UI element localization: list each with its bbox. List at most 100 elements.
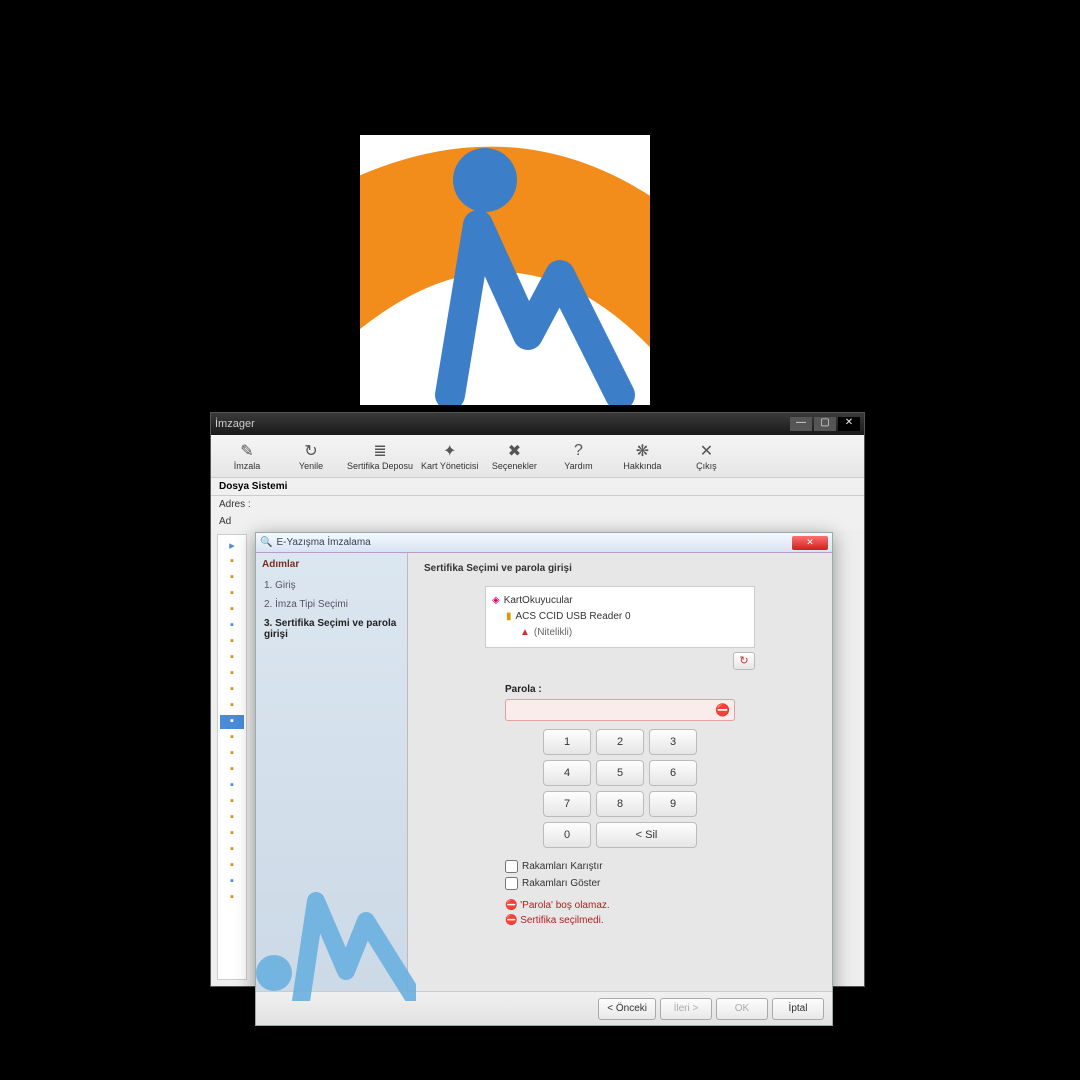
store-icon: ≣ [370,441,390,461]
tree-reader[interactable]: ACS CCID USB Reader 0 [516,611,631,622]
tool-secenekler[interactable]: ✖Seçenekler [486,441,542,471]
folder-icon[interactable]: ▪ [220,603,244,617]
folder-icon[interactable]: ▪ [220,587,244,601]
folder-icon[interactable]: ▪ [220,875,244,889]
tree-root: KartOkuyucular [504,595,573,606]
close-button[interactable]: ✕ [838,417,860,431]
next-button[interactable]: İleri > [660,998,712,1020]
error-parola-empty: 'Parola' boş olamaz. [505,898,735,913]
key-0[interactable]: 0 [543,822,591,848]
dialog-titlebar: 🔍 E-Yazışma İmzalama ✕ [256,533,832,553]
reader-tree[interactable]: ◈ KartOkuyucular ▮ ACS CCID USB Reader 0 ▲… [485,586,755,648]
tool-kart-yoneticisi[interactable]: ✦Kart Yöneticisi [421,441,478,471]
step-2[interactable]: 2. İmza Tipi Seçimi [262,595,401,614]
logo-card [360,135,650,405]
dialog-title: E-Yazışma İmzalama [276,537,370,548]
settings-icon: ✖ [504,441,524,461]
cancel-button[interactable]: İptal [772,998,824,1020]
key-9[interactable]: 9 [649,791,697,817]
folder-icon[interactable]: ▪ [220,731,244,745]
app-logo-icon [360,135,650,405]
folder-icon[interactable]: ▪ [220,571,244,585]
sign-icon: ✎ [237,441,257,461]
steps-panel: Adımlar 1. Giriş 2. İmza Tipi Seçimi 3. … [256,553,408,991]
tool-imzala[interactable]: ✎İmzala [219,441,275,471]
column-header-row: Ad [211,513,864,530]
cert-icon: ▲ [520,627,530,638]
folder-icon[interactable]: ▪ [220,747,244,761]
minimize-button[interactable]: — [790,417,812,431]
check-mix-input[interactable] [505,860,518,873]
folder-icon[interactable]: ▪ [220,859,244,873]
folder-icon[interactable]: ▪ [220,795,244,809]
key-8[interactable]: 8 [596,791,644,817]
step-3[interactable]: 3. Sertifika Seçimi ve parola girişi [262,614,401,644]
key-2[interactable]: 2 [596,729,644,755]
key-4[interactable]: 4 [543,760,591,786]
check-show[interactable]: Rakamları Göster [505,875,735,892]
maximize-button[interactable]: ▢ [814,417,836,431]
tool-sertifika-deposu[interactable]: ≣Sertifika Deposu [347,441,413,471]
tool-yardim[interactable]: ?Yardım [550,441,606,471]
card-icon: ✦ [440,441,460,461]
folder-icon[interactable]: ▪ [220,635,244,649]
tool-cikis[interactable]: ✕Çıkış [678,441,734,471]
prev-button[interactable]: < Önceki [598,998,656,1020]
check-mix[interactable]: Rakamları Karıştır [505,858,735,875]
key-delete[interactable]: < Sil [596,822,697,848]
error-list: 'Parola' boş olamaz. Sertifika seçilmedi… [505,898,735,928]
parola-input[interactable]: ⛔ [505,699,735,721]
folder-icon[interactable]: ▪ [220,715,244,729]
warning-icon: ⛔ [715,703,730,717]
folder-icon[interactable]: ▪ [220,763,244,777]
key-5[interactable]: 5 [596,760,644,786]
dialog-content: Sertifika Seçimi ve parola girişi ◈ KartO… [408,553,832,991]
key-7[interactable]: 7 [543,791,591,817]
main-window: İmzager — ▢ ✕ ✎İmzala ↻Yenile ≣Sertifika… [210,412,865,987]
window-title: İmzager [215,418,255,430]
folder-icon[interactable]: ▪ [220,699,244,713]
main-toolbar: ✎İmzala ↻Yenile ≣Sertifika Deposu ✦Kart … [211,435,864,478]
tool-hakkinda[interactable]: ❋Hakkında [614,441,670,471]
wizard-logo-icon [246,851,416,1001]
section-title: Sertifika Seçimi ve parola girişi [424,563,816,574]
tree-cert-suffix[interactable]: (Nitelikli) [534,627,572,638]
filesystem-label: Dosya Sistemi [211,478,864,496]
key-1[interactable]: 1 [543,729,591,755]
refresh-readers-button[interactable]: ↻ [733,652,755,670]
folder-icon[interactable]: ▪ [220,619,244,633]
key-6[interactable]: 6 [649,760,697,786]
folder-icon[interactable]: ▪ [220,683,244,697]
titlebar: İmzager — ▢ ✕ [211,413,864,435]
folder-icon[interactable]: ▪ [220,891,244,905]
help-icon: ? [568,441,588,461]
folder-icon[interactable]: ▪ [220,827,244,841]
pin-keypad: 1 2 3 4 5 6 7 8 9 0 < Sil [505,729,735,848]
filesystem-panel: ▸ ▪ ▪ ▪ ▪ ▪ ▪ ▪ ▪ ▪ ▪ ▪ ▪ ▪ ▪ ▪ ▪ ▪ ▪ ▪ [211,530,864,986]
parola-label: Parola : [505,684,735,695]
key-3[interactable]: 3 [649,729,697,755]
error-cert-not-selected: Sertifika seçilmedi. [505,913,735,928]
check-show-input[interactable] [505,877,518,890]
folder-icon[interactable]: ▪ [220,555,244,569]
search-icon: 🔍 [260,537,272,548]
tool-yenile[interactable]: ↻Yenile [283,441,339,471]
folder-icon[interactable]: ▪ [220,651,244,665]
folder-icon[interactable]: ▸ [220,539,244,553]
file-tree[interactable]: ▸ ▪ ▪ ▪ ▪ ▪ ▪ ▪ ▪ ▪ ▪ ▪ ▪ ▪ ▪ ▪ ▪ ▪ ▪ ▪ [217,534,247,980]
ok-button[interactable]: OK [716,998,768,1020]
folder-icon[interactable]: ▪ [220,667,244,681]
step-1[interactable]: 1. Giriş [262,576,401,595]
steps-header: Adımlar [262,559,401,570]
about-icon: ❋ [632,441,652,461]
dialog-close-button[interactable]: ✕ [792,536,828,550]
folder-icon[interactable]: ▪ [220,779,244,793]
readers-icon: ◈ [492,595,500,606]
folder-icon[interactable]: ▪ [220,811,244,825]
address-label: Adres : [219,499,251,510]
folder-icon[interactable]: ▪ [220,843,244,857]
refresh-icon: ↻ [301,441,321,461]
column-ad: Ad [219,516,231,527]
usb-icon: ▮ [506,611,512,622]
signing-dialog: 🔍 E-Yazışma İmzalama ✕ Adımlar 1. Giriş … [255,532,833,1026]
